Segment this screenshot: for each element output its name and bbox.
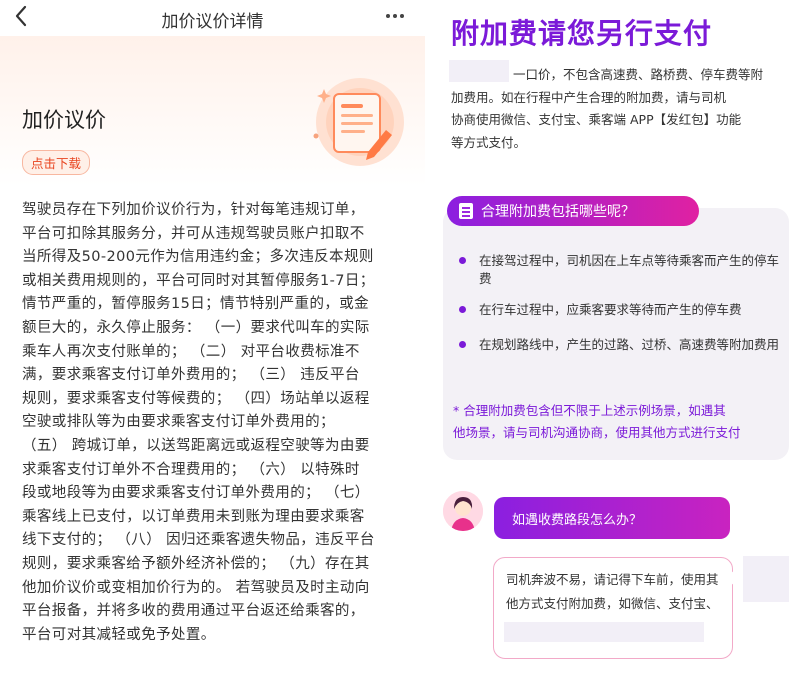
rules-line: 平台报备，并将多收的费用通过平台返还给乘客的，: [22, 603, 365, 620]
bullet-dot-icon: [459, 257, 466, 264]
list-doc-icon: [459, 203, 473, 219]
rules-line: （五） 跨城订单，以送驾距离远或返程空驶等为由要: [22, 437, 370, 454]
nav-title: 加价议价详情: [161, 12, 264, 32]
answer-bubble: 司机奔波不易，请记得下车前，使用其 他方式支付附加费，如微信、支付宝、: [493, 557, 733, 659]
more-dots-icon[interactable]: [385, 6, 405, 31]
rules-line: 段或地段等为由要求乘客支付订单外费用的； （七）: [22, 485, 370, 502]
rules-line: 乘车人再次支付账单的； （二） 对平台收费标准不: [22, 343, 360, 360]
rules-line: 情节严重的，暂停服务15日；情节特别严重的，或金: [22, 296, 370, 313]
bullet-dot-icon: [459, 306, 466, 313]
user-avatar-icon: [443, 491, 483, 531]
redacted-area: [504, 622, 704, 642]
document-pen-icon: [313, 78, 404, 166]
fee-info-tag-label: 合理附加费包括哪些呢？: [481, 204, 635, 220]
rule-detail-screen: 加价议价详情 加价议价 点击下载 驾驶员存在下列加价议价行为，针对每笔违规订单，…: [0, 0, 425, 683]
rules-line: 线下支付的； （八） 因归还乘客遗失物品，违反平台: [22, 532, 375, 549]
extra-fee-screen: 附加费请您另行支付 一口价，不包含高速费、路桥费、停车费等附 加费用。如在行程中…: [431, 0, 799, 683]
rules-line: 额巨大的，永久停止服务： （一）要求代叫车的实际: [22, 319, 370, 336]
nav-bar: 加价议价详情: [0, 0, 425, 36]
page-title: 加价议价: [22, 108, 106, 132]
rules-line: 求乘客支付订单外不合理费用的； （六） 以特殊时: [22, 461, 360, 478]
fee-item-text: 在行车过程中，应乘客要求等待而产生的停车费: [479, 302, 742, 317]
rules-line: 规则，要求乘客支付等候费的； （四）场站单以返程: [22, 390, 370, 407]
rules-line: 平台可对其减轻或免予处置。: [22, 626, 216, 643]
intro-line: 协商使用微信、支付宝、乘客端 APP【发红包】功能: [451, 112, 742, 127]
intro-line: 加费用。如在行程中产生合理的附加费，请与司机: [451, 89, 727, 105]
rules-line: 或相关费用规则的，平台可同时对其暂停服务1-7日；: [22, 272, 375, 289]
rules-line: 驾驶员存在下列加价议价行为，针对每笔违规订单，: [22, 202, 365, 218]
answer-line: 他方式支付附加费，如微信、支付宝、: [506, 596, 719, 611]
intro-text: 一口价，不包含高速费、路桥费、停车费等附 加费用。如在行程中产生合理的附加费，请…: [451, 64, 781, 154]
fee-note: * 合理附加费包含但不限于上述示例场景，如遇其 他场景，请与司机沟通协商，使用其…: [453, 400, 783, 444]
fee-item-text: 在规划路线中，产生的过路、过桥、高速费等附加费用: [479, 337, 780, 352]
fee-item: 在行车过程中，应乘客要求等待而产生的停车费: [459, 301, 779, 319]
fee-info-tag: 合理附加费包括哪些呢？: [447, 196, 699, 226]
redacted-avatar: [743, 556, 789, 602]
bullet-dot-icon: [459, 341, 466, 348]
intro-line: 等方式支付。: [451, 134, 527, 150]
fee-note-line: * 合理附加费包含但不限于上述示例场景，如遇其: [453, 403, 726, 418]
rules-line: 乘客线上已支付，以订单费用未到账为理由要求乘客: [22, 508, 365, 525]
answer-line: 司机奔波不易，请记得下车前，使用其: [506, 572, 719, 587]
rules-line: 规则，要求乘客给予额外经济补偿的； （九）存在其: [22, 555, 370, 572]
download-button[interactable]: 点击下载: [22, 150, 91, 175]
fee-item: 在接驾过程中，司机因在上车点等待乘客而产生的停车费: [459, 252, 779, 288]
fee-item: 在规划路线中，产生的过路、过桥、高速费等附加费用: [459, 336, 779, 354]
rules-line: 平台可扣除其服务分，并可从违规驾驶员账户扣取不: [22, 225, 365, 242]
answer-bubble-tail: [729, 569, 740, 587]
intro-line: 一口价，不包含高速费、路桥费、停车费等附: [513, 67, 764, 82]
rules-text: 驾驶员存在下列加价议价行为，针对每笔违规订单， 平台可扣除其服务分，并可从违规驾…: [22, 199, 402, 647]
answer-text: 司机奔波不易，请记得下车前，使用其 他方式支付附加费，如微信、支付宝、: [506, 568, 726, 616]
rules-line: 他加价议价或变相加价行为的。 若驾驶员及时主动向: [22, 579, 370, 596]
rules-line: 当所得及50-200元作为信用违约金；多次违反本规则: [22, 249, 374, 266]
fee-note-line: 他场景，请与司机沟通协商，使用其他方式进行支付: [453, 425, 741, 440]
rules-line: 满，要求乘客支付订单外费用的； （三） 违反平台: [22, 367, 360, 384]
fee-item-text: 在接驾过程中，司机因在上车点等待乘客而产生的停车费: [479, 253, 780, 286]
question-text: 如遇收费路段怎么办？: [512, 513, 643, 528]
rules-line: 空驶或排队等为由要求乘客支付订单外费用的；: [22, 414, 335, 431]
question-bubble: 如遇收费路段怎么办？: [494, 497, 730, 539]
extra-fee-title: 附加费请您另行支付: [451, 17, 713, 50]
